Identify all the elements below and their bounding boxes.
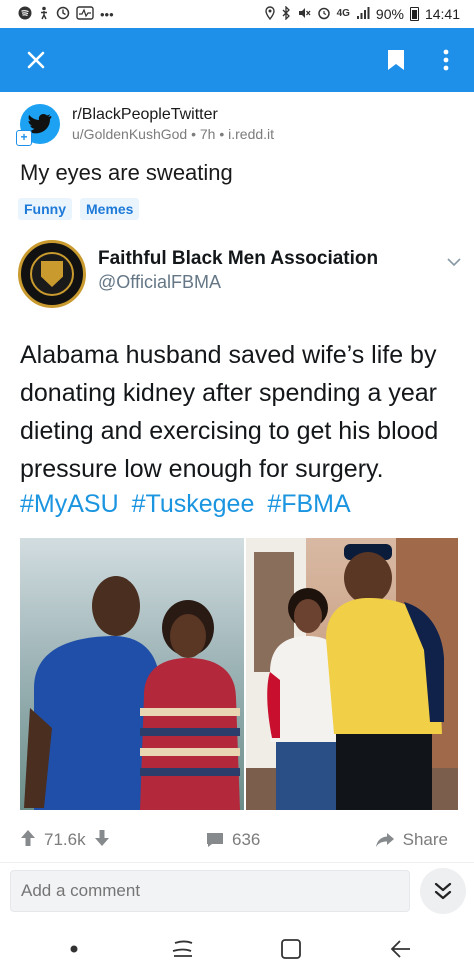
hashtag-tuskegee: #Tuskegee — [131, 490, 255, 518]
more-options-button[interactable] — [428, 42, 464, 78]
join-plus-icon[interactable]: + — [16, 130, 32, 146]
share-button[interactable]: Share — [375, 830, 448, 850]
fbma-logo — [18, 240, 86, 308]
location-icon — [264, 6, 275, 22]
save-button[interactable] — [378, 42, 414, 78]
hashtag-myasu: #MyASU — [20, 490, 119, 518]
divider — [0, 862, 474, 863]
sync-icon — [56, 6, 70, 22]
vote-count: 71.6k — [44, 830, 86, 849]
after-photo — [246, 538, 458, 810]
recent-apps-icon — [172, 940, 193, 957]
tweet-author-name: Faithful Black Men Association — [98, 248, 379, 269]
more-notifications-icon: ••• — [100, 6, 114, 22]
tweet-text: Alabama husband saved wife’s life by don… — [20, 341, 439, 483]
tweet-header: Faithful Black Men Association @Official… — [18, 240, 462, 308]
activity-icon — [76, 6, 94, 22]
more-vert-icon — [443, 49, 449, 71]
comments-button[interactable]: 636 — [206, 830, 260, 850]
mute-icon — [297, 6, 311, 22]
back-button[interactable] — [380, 929, 420, 969]
comment-count: 636 — [232, 830, 261, 849]
tweet-hashtags: #MyASU #Tuskegee #FBMA — [20, 490, 357, 519]
arrow-down-icon — [94, 829, 109, 846]
fbma-seal-inner — [30, 252, 74, 296]
flair-funny[interactable]: Funny — [18, 198, 72, 220]
tweet-author-handle: @OfficialFBMA — [98, 272, 221, 292]
flair-memes[interactable]: Memes — [80, 198, 140, 220]
bookmark-icon — [388, 50, 404, 70]
downvote-button[interactable] — [94, 829, 110, 852]
status-system: 4G 90% 14:41 — [264, 5, 460, 22]
dot-icon — [70, 945, 78, 953]
share-label: Share — [402, 830, 448, 849]
accessibility-icon — [38, 6, 50, 22]
hashtag-fbma: #FBMA — [267, 490, 351, 518]
home-icon — [281, 939, 302, 959]
spotify-icon — [18, 6, 32, 22]
bluetooth-icon — [281, 5, 291, 22]
system-nav-bar — [0, 924, 474, 974]
close-icon — [27, 51, 45, 69]
network-label: 4G — [336, 8, 350, 19]
status-notifications: ••• — [18, 6, 114, 22]
upvote-button[interactable] — [20, 829, 36, 852]
subreddit-name[interactable]: r/BlackPeopleTwitter — [72, 106, 274, 124]
post-action-bar: 71.6k 636 Share — [0, 820, 474, 860]
alarm-icon — [317, 6, 331, 22]
battery-icon — [409, 7, 419, 21]
post-flairs: Funny Memes — [18, 198, 140, 220]
arrow-up-icon — [21, 829, 35, 846]
clock: 14:41 — [424, 6, 460, 22]
app-bar-actions — [378, 42, 464, 78]
chevron-down-icon — [446, 254, 462, 272]
back-icon — [390, 940, 410, 958]
photo-figure-woman — [136, 598, 244, 810]
battery-percent: 90% — [375, 6, 404, 22]
collapse-comments-button[interactable] — [420, 868, 466, 914]
app-bar — [0, 28, 474, 92]
post-meta: u/GoldenKushGod • 7h • i.redd.it — [72, 126, 275, 142]
vote-controls: 71.6k — [20, 829, 160, 852]
nav-dot-button[interactable] — [54, 929, 94, 969]
comment-input[interactable] — [10, 870, 410, 912]
close-button[interactable] — [18, 42, 54, 78]
share-icon — [375, 833, 394, 847]
comment-icon — [207, 833, 223, 847]
tweet-author: Faithful Black Men Association @Official… — [98, 248, 378, 293]
home-button[interactable] — [271, 929, 311, 969]
recent-apps-button[interactable] — [163, 929, 203, 969]
post-title: My eyes are sweating — [20, 160, 233, 185]
status-bar: ••• 4G 90% 14:41 — [0, 0, 474, 28]
before-photo — [20, 538, 244, 810]
signal-icon — [356, 6, 370, 22]
subreddit-avatar[interactable]: + — [16, 104, 60, 146]
post-header: + r/BlackPeopleTwitter u/GoldenKushGod •… — [16, 104, 274, 146]
shield-icon — [41, 261, 63, 287]
photo-figure-man-after — [326, 538, 450, 810]
post-header-text: r/BlackPeopleTwitter u/GoldenKushGod • 7… — [72, 106, 274, 142]
double-chevron-down-icon — [434, 882, 452, 900]
